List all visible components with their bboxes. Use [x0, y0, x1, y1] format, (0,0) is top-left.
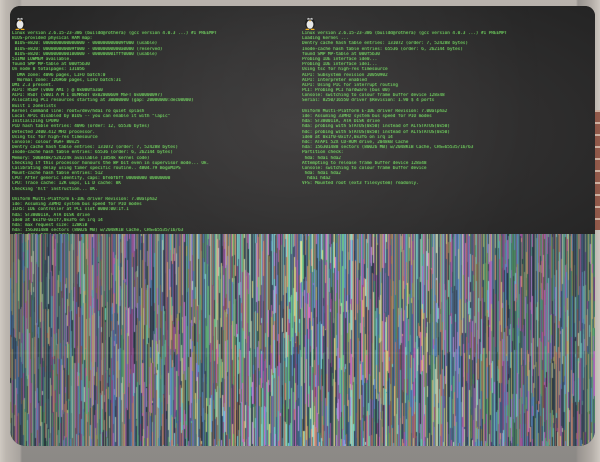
crt-screen: Linux version 2.6.15-23-386 (buildd@roth… — [10, 6, 595, 446]
corrupted-framebuffer-noise — [10, 234, 595, 446]
boot-console-area: Linux version 2.6.15-23-386 (buildd@roth… — [10, 6, 595, 269]
right-console-text: Linux version 2.6.15-23-386 (buildd@roth… — [302, 31, 572, 187]
photo-of-crt-monitor: Linux version 2.6.15-23-386 (buildd@roth… — [0, 0, 600, 462]
console-line: VFS: Mounted root (ext3 filesystem) read… — [302, 181, 419, 187]
left-console-column: Linux version 2.6.15-23-386 (buildd@roth… — [12, 14, 282, 270]
tux-penguin-icon — [302, 14, 318, 30]
tux-penguin-icon — [12, 14, 28, 30]
vertical-color-stripes — [10, 234, 595, 446]
right-console-column: Linux version 2.6.15-23-386 (buildd@roth… — [302, 14, 572, 187]
